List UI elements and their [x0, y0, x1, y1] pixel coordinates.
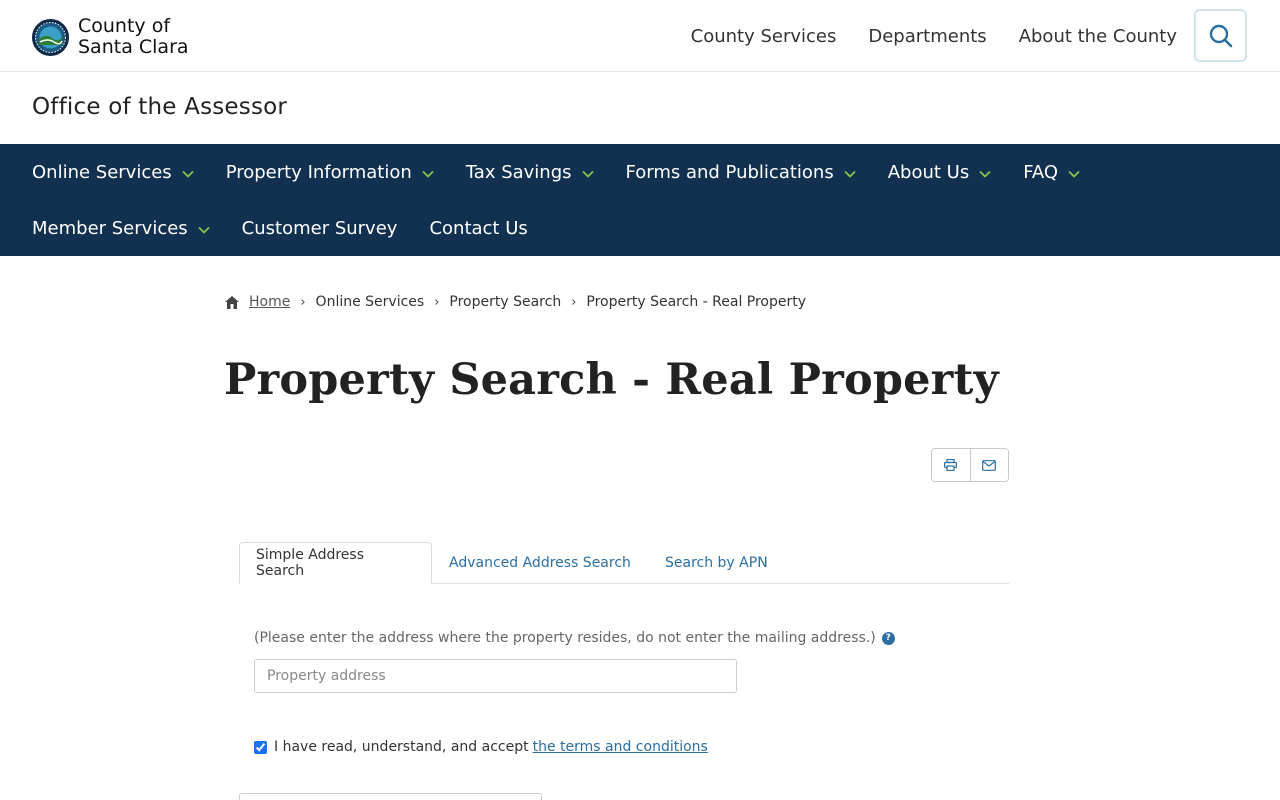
print-icon: [944, 459, 958, 471]
help-icon[interactable]: ?: [881, 631, 895, 645]
chevron-down-icon: [422, 170, 434, 178]
page-title: Property Search - Real Property: [224, 355, 999, 405]
email-button[interactable]: [969, 449, 1008, 481]
site-header: County of Santa Clara County Services De…: [0, 0, 1280, 72]
logo-line1: County of: [78, 15, 171, 37]
nav-tax-savings[interactable]: Tax Savings: [466, 162, 594, 183]
nav-label: About Us: [887, 161, 970, 183]
nav-faq[interactable]: FAQ: [1023, 162, 1080, 183]
terms-link[interactable]: the terms and conditions: [533, 739, 708, 755]
nav-customer-survey[interactable]: Customer Survey: [242, 218, 398, 239]
nav-property-information[interactable]: Property Information: [226, 162, 434, 183]
terms-checkbox[interactable]: [254, 740, 267, 754]
search-icon: [1209, 24, 1232, 47]
nav-member-services[interactable]: Member Services: [32, 218, 210, 239]
nav-label: Tax Savings: [465, 161, 572, 183]
nav-label: Property Information: [225, 161, 412, 183]
share-buttons: [931, 448, 1009, 482]
breadcrumb-current: Property Search - Real Property: [586, 294, 807, 310]
county-seal-icon: [32, 18, 69, 56]
chevron-right-icon: ›: [434, 294, 440, 310]
breadcrumb-online-services[interactable]: Online Services: [316, 294, 425, 310]
nav-about-us[interactable]: About Us: [888, 162, 992, 183]
nav-label: Contact Us: [429, 217, 528, 239]
address-hint: (Please enter the address where the prop…: [254, 630, 895, 646]
breadcrumb: Home › Online Services › Property Search…: [224, 294, 806, 310]
search-button[interactable]: [1194, 9, 1247, 62]
top-nav-about-county[interactable]: About the County: [1019, 26, 1177, 47]
nav-label: FAQ: [1023, 161, 1059, 183]
address-hint-text: (Please enter the address where the prop…: [254, 630, 876, 646]
chevron-right-icon: ›: [571, 294, 577, 310]
property-address-input[interactable]: [254, 659, 737, 693]
office-name[interactable]: Office of the Assessor: [32, 94, 287, 120]
tab-search-by-apn[interactable]: Search by APN: [649, 542, 784, 584]
nav-contact-us[interactable]: Contact Us: [429, 218, 527, 239]
nav-label: Customer Survey: [241, 217, 398, 239]
top-nav-departments[interactable]: Departments: [868, 26, 986, 47]
breadcrumb-property-search[interactable]: Property Search: [449, 294, 561, 310]
tab-advanced-address-search[interactable]: Advanced Address Search: [433, 542, 647, 584]
print-button[interactable]: [932, 449, 970, 481]
chevron-down-icon: [844, 170, 856, 178]
county-logo[interactable]: County of Santa Clara: [32, 16, 189, 58]
chevron-down-icon: [979, 170, 991, 178]
chevron-right-icon: ›: [300, 294, 306, 310]
search-tabs: Simple Address Search Advanced Address S…: [239, 542, 1009, 584]
breadcrumb-home[interactable]: Home: [249, 294, 290, 310]
terms-checkbox-row[interactable]: I have read, understand, and accept the …: [254, 739, 708, 755]
nav-label: Forms and Publications: [625, 161, 834, 183]
top-nav-county-services[interactable]: County Services: [691, 26, 837, 47]
county-name: County of Santa Clara: [78, 16, 189, 58]
top-nav: County Services Departments About the Co…: [691, 0, 1177, 72]
terms-text: I have read, understand, and accept: [274, 739, 529, 755]
home-icon: [225, 295, 239, 309]
search-results-box: [239, 793, 542, 800]
nav-forms-publications[interactable]: Forms and Publications: [626, 162, 856, 183]
email-icon: [982, 459, 997, 471]
chevron-down-icon: [198, 226, 210, 234]
main-nav-row-1: Online Services Property Information Tax…: [32, 144, 1080, 200]
main-nav-row-2: Member Services Customer Survey Contact …: [32, 200, 528, 256]
chevron-down-icon: [1068, 170, 1080, 178]
chevron-down-icon: [182, 170, 194, 178]
nav-label: Member Services: [32, 217, 188, 239]
main-nav: Online Services Property Information Tax…: [0, 144, 1280, 256]
chevron-down-icon: [581, 170, 594, 178]
nav-online-services[interactable]: Online Services: [32, 162, 194, 183]
logo-line2: Santa Clara: [78, 36, 189, 58]
nav-label: Online Services: [32, 161, 172, 183]
tab-simple-address-search[interactable]: Simple Address Search: [239, 542, 432, 584]
